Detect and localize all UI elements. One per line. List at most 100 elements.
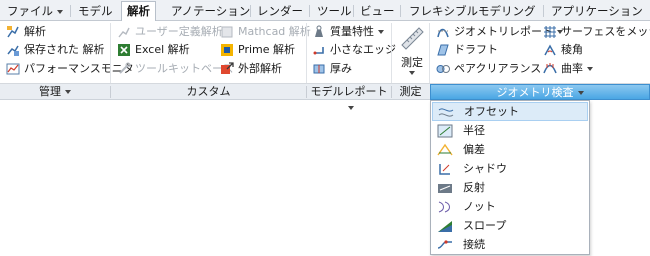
measure-button[interactable]: 測定 <box>394 23 430 83</box>
geometry-report-label: ジオメトリレポート <box>454 25 553 38</box>
dihedral-angle-button[interactable]: 稜角 <box>543 41 583 59</box>
menu-item-label: 半径 <box>463 124 485 137</box>
offset-icon <box>438 107 454 117</box>
mass-properties-button[interactable]: 質量特性 <box>312 23 384 41</box>
geometry-report-icon <box>437 28 449 38</box>
group-divider <box>391 23 392 83</box>
chevron-down-icon <box>378 30 384 34</box>
mathcad-analysis-label: Mathcad 解析 <box>238 25 311 38</box>
thickness-label: 厚み <box>330 62 352 75</box>
measure-label: 測定 <box>401 56 423 69</box>
group-divider <box>110 23 111 83</box>
tab-applications[interactable]: アプリケーション <box>546 2 648 21</box>
tab-analysis[interactable]: 解析 <box>121 1 156 22</box>
excel-icon <box>118 44 130 56</box>
analysis-icon <box>7 26 19 38</box>
menu-item-shadow[interactable]: シャドウ <box>432 159 588 178</box>
chevron-down-icon <box>409 71 415 75</box>
ribbon-tab-bar: ファイル モデル 解析 アノテーション レンダー ツール ビュー フレキシブルモ… <box>0 0 650 22</box>
excel-analysis-button[interactable]: Excel 解析 <box>117 41 190 59</box>
user-defined-analysis-icon <box>118 27 130 38</box>
thickness-button[interactable]: 厚み <box>312 60 352 78</box>
knot-icon <box>438 201 450 212</box>
saved-analysis-button[interactable]: 保存された 解析 <box>6 41 105 59</box>
external-analysis-label: 外部解析 <box>238 62 282 75</box>
draft-icon <box>437 44 449 56</box>
curvature-label: 曲率 <box>561 62 583 75</box>
dihedral-angle-icon <box>544 44 556 56</box>
analysis-button[interactable]: 解析 <box>6 23 46 41</box>
prime-analysis-button[interactable]: Prime 解析 <box>220 41 295 59</box>
menu-item-label: 接続 <box>463 238 485 251</box>
menu-item-offset[interactable]: オフセット <box>432 102 588 121</box>
mesh-surface-button[interactable]: サーフェスをメッシュ <box>543 23 650 41</box>
curvature-button[interactable]: 曲率 <box>543 60 593 78</box>
tab-separator <box>400 5 401 17</box>
user-defined-analysis-button[interactable]: ユーザー定義解析 <box>117 23 223 41</box>
thickness-icon <box>313 64 325 74</box>
prime-analysis-label: Prime 解析 <box>238 43 295 56</box>
mathcad-icon <box>221 26 233 38</box>
group-geometry-check[interactable]: ジオメトリ検査 <box>430 84 650 100</box>
pairs-clearance-label: ペアクリアランス <box>454 62 542 75</box>
tab-separator <box>353 5 354 17</box>
ruler-icon <box>401 27 424 50</box>
slope-icon <box>438 220 452 232</box>
tab-model[interactable]: モデル <box>73 2 118 21</box>
prime-icon <box>221 44 233 56</box>
group-measure: 測定 <box>399 85 422 98</box>
mass-properties-label: 質量特性 <box>330 25 374 38</box>
mass-properties-icon <box>315 25 323 37</box>
menu-item-deviation[interactable]: 偏差 <box>432 140 588 159</box>
menu-item-label: 反射 <box>463 181 485 194</box>
tab-tools[interactable]: ツール <box>312 2 357 21</box>
performance-monitor-icon <box>6 63 20 75</box>
toolkit-icon <box>119 62 131 74</box>
draft-label: ドラフト <box>454 43 498 56</box>
connection-icon <box>437 239 452 249</box>
group-divider <box>429 23 430 83</box>
external-analysis-icon <box>221 62 234 74</box>
analysis-label: 解析 <box>24 25 46 38</box>
menu-item-slope[interactable]: スロープ <box>432 216 588 235</box>
tab-separator <box>309 5 310 17</box>
user-defined-analysis-label: ユーザー定義解析 <box>135 25 223 38</box>
dihedral-angle-label: 稜角 <box>561 43 583 56</box>
menu-item-radius[interactable]: 半径 <box>432 121 588 140</box>
menu-item-reflection[interactable]: 反射 <box>432 178 588 197</box>
shadow-icon <box>439 163 450 175</box>
menu-item-label: 偏差 <box>463 143 485 156</box>
curvature-icon <box>543 63 557 74</box>
tab-flexible-modeling[interactable]: フレキシブルモデリング <box>404 2 541 21</box>
tab-separator <box>543 5 544 17</box>
tab-annotation[interactable]: アノテーション <box>166 2 255 21</box>
draft-button[interactable]: ドラフト <box>436 41 498 59</box>
pairs-clearance-button[interactable]: ペアクリアランス <box>436 60 541 78</box>
short-edge-button[interactable]: 小さなエッジ <box>312 41 396 59</box>
tab-view[interactable]: ビュー <box>355 2 400 21</box>
menu-item-label: ノット <box>463 200 496 213</box>
group-manage[interactable]: 管理 <box>0 84 110 100</box>
deviation-icon <box>437 143 453 155</box>
menu-item-knot[interactable]: ノット <box>432 197 588 216</box>
saved-analysis-label: 保存された 解析 <box>24 43 105 56</box>
menu-item-connection[interactable]: 接続 <box>432 235 588 254</box>
mesh-surface-icon <box>544 26 556 38</box>
geometry-check-menu: オフセット 半径 偏差 シャドウ 反射 ノット スロープ 接続 <box>430 100 590 255</box>
toolkit-based-label: ツールキットベース <box>135 62 234 75</box>
group-model-report[interactable]: モデルレポート <box>307 84 391 100</box>
external-analysis-button[interactable]: 外部解析 <box>220 60 282 78</box>
tab-file[interactable]: ファイル <box>2 2 68 21</box>
performance-monitor-button[interactable]: パフォーマンスモニタ <box>6 60 134 78</box>
mathcad-analysis-button[interactable]: Mathcad 解析 <box>220 23 311 41</box>
tab-render[interactable]: レンダー <box>252 2 308 21</box>
toolkit-based-button[interactable]: ツールキットベース <box>117 60 233 78</box>
tab-separator <box>70 5 71 17</box>
mesh-surface-label: サーフェスをメッシュ <box>561 25 650 38</box>
group-divider <box>306 23 307 83</box>
menu-item-label: スロープ <box>463 219 507 232</box>
short-edge-icon <box>313 47 324 55</box>
pairs-clearance-icon <box>436 65 450 73</box>
tab-separator <box>250 5 251 17</box>
menu-item-label: シャドウ <box>463 162 507 175</box>
